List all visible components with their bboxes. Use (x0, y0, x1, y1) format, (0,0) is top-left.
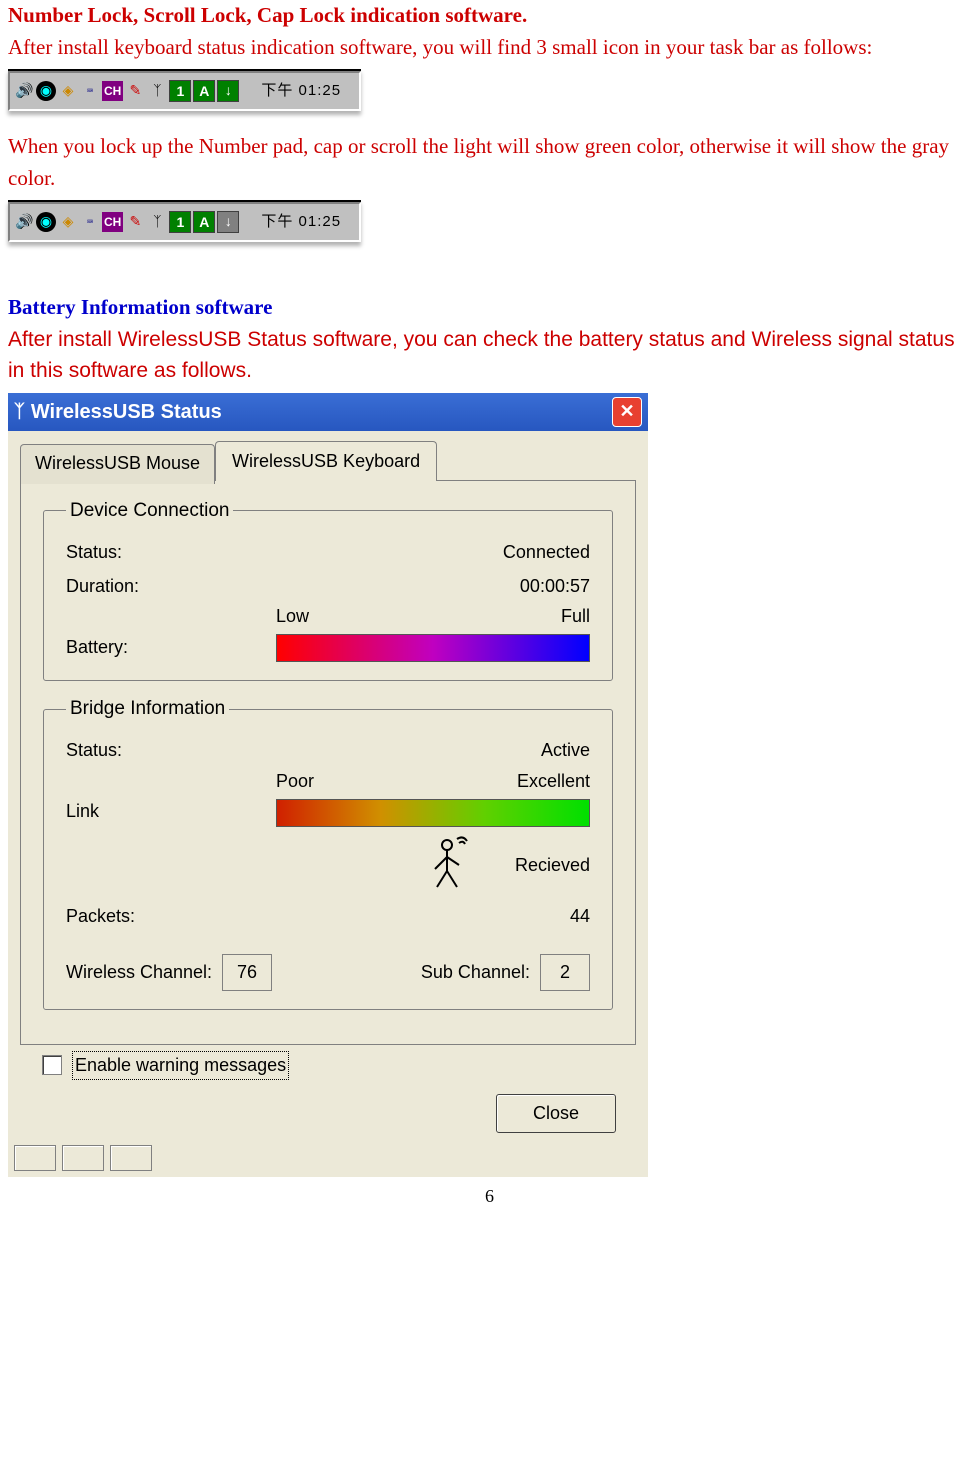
diamond-icon: ◈ (58, 212, 78, 232)
capslock-indicator: A (193, 80, 215, 102)
tab-bar: WirelessUSB Mouse WirelessUSB Keyboard (20, 441, 636, 481)
tab-mouse[interactable]: WirelessUSB Mouse (20, 444, 215, 484)
stick-figure-icon: ᛉ (147, 81, 167, 101)
capslock-indicator: A (193, 211, 215, 233)
para-install-lock: After install keyboard status indication… (8, 32, 971, 64)
taskbar-example-1: 🔊 ◉ ◈ ⌨ CH ✎ ᛉ 1 A ↓ 下午 01:25 (8, 69, 971, 111)
legend-bridge-information: Bridge Information (66, 695, 229, 724)
label-scale-poor: Poor (276, 768, 314, 795)
label-battery: Battery: (66, 634, 276, 661)
label-scale-full: Full (561, 603, 590, 630)
value-sub-channel: 2 (540, 954, 590, 991)
dialog-title: WirelessUSB Status (31, 397, 612, 427)
dialog-statusbar (8, 1145, 648, 1177)
value-packets: 44 (570, 903, 590, 930)
link-quality-bar (276, 799, 590, 827)
stick-figure-icon: ᛉ (147, 212, 167, 232)
device-icon: ⌨ (80, 81, 100, 101)
numlock-indicator: 1 (169, 80, 191, 102)
para-battery-software: After install WirelessUSB Status softwar… (8, 324, 971, 387)
label-bridge-status: Status: (66, 737, 541, 764)
page-number: 6 (8, 1183, 971, 1210)
label-wireless-channel: Wireless Channel: (66, 959, 212, 986)
value-duration: 00:00:57 (520, 573, 590, 600)
tab-panel-keyboard: Device Connection Status: Connected Dura… (20, 480, 636, 1045)
close-button[interactable]: Close (496, 1094, 616, 1133)
target-icon: ◉ (36, 212, 56, 232)
ime-ch-badge: CH (102, 81, 123, 101)
numlock-indicator: 1 (169, 211, 191, 233)
dialog-titlebar: ᛉ WirelessUSB Status ✕ (8, 393, 648, 431)
app-icon: ᛉ (14, 398, 25, 425)
label-recieved: Recieved (515, 852, 590, 879)
para-lock-color: When you lock up the Number pad, cap or … (8, 131, 971, 194)
para-install-lock-a: After install keyboard status indication… (8, 35, 639, 59)
tab-keyboard[interactable]: WirelessUSB Keyboard (215, 441, 437, 481)
close-icon[interactable]: ✕ (612, 397, 642, 427)
label-enable-warnings: Enable warning messages (72, 1051, 289, 1080)
target-icon: ◉ (36, 81, 56, 101)
taskbar-clock: 下午 01:25 (241, 211, 355, 234)
value-wireless-channel: 76 (222, 954, 272, 991)
label-sub-channel: Sub Channel: (421, 959, 530, 986)
checkbox-enable-warnings[interactable] (42, 1055, 62, 1075)
value-status: Connected (503, 539, 590, 566)
status-cell (14, 1145, 56, 1171)
scrolllock-indicator-off: ↓ (217, 211, 239, 233)
status-cell (62, 1145, 104, 1171)
status-cell (110, 1145, 152, 1171)
battery-level-bar (276, 634, 590, 662)
scrolllock-indicator: ↓ (217, 80, 239, 102)
speaker-icon: 🔊 (14, 212, 34, 232)
label-duration: Duration: (66, 573, 520, 600)
wirelessusb-status-dialog: ᛉ WirelessUSB Status ✕ WirelessUSB Mouse… (8, 393, 648, 1177)
heading-lock-software: Number Lock, Scroll Lock, Cap Lock indic… (8, 0, 971, 32)
label-status: Status: (66, 539, 503, 566)
label-scale-low: Low (276, 603, 309, 630)
signal-stickman-icon (427, 835, 475, 896)
speaker-icon: 🔊 (14, 81, 34, 101)
taskbar-clock: 下午 01:25 (241, 80, 355, 103)
taskbar-example-2: 🔊 ◉ ◈ ⌨ CH ✎ ᛉ 1 A ↓ 下午 01:25 (8, 200, 971, 242)
label-link: Link (66, 798, 276, 825)
label-scale-excellent: Excellent (517, 768, 590, 795)
group-device-connection: Device Connection Status: Connected Dura… (43, 497, 613, 682)
legend-device-connection: Device Connection (66, 497, 233, 526)
para-install-lock-b: in your task bar as follows: (639, 35, 872, 59)
diamond-icon: ◈ (58, 81, 78, 101)
wand-icon: ✎ (125, 81, 145, 101)
heading-battery-software: Battery Information software (8, 292, 971, 324)
group-bridge-information: Bridge Information Status: Active Poor E… (43, 695, 613, 1010)
label-packets: Packets: (66, 903, 570, 930)
ime-ch-badge: CH (102, 212, 123, 232)
wand-icon: ✎ (125, 212, 145, 232)
value-bridge-status: Active (541, 737, 590, 764)
device-icon: ⌨ (80, 212, 100, 232)
